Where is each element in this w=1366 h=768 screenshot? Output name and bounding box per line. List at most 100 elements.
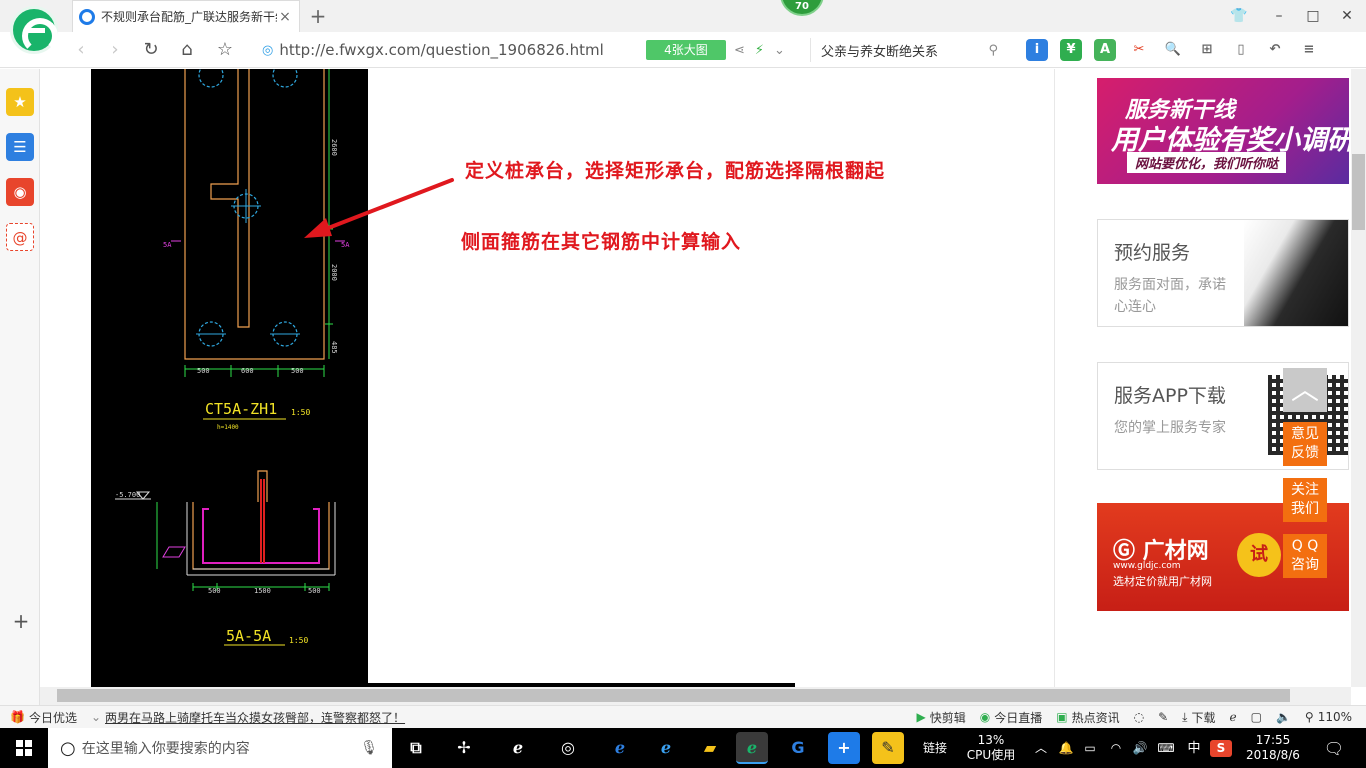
download[interactable]: ⤓ 下载	[1182, 709, 1215, 726]
horizontal-scroll-thumb[interactable]	[57, 689, 1290, 702]
action-center-icon[interactable]: 🗨	[1318, 728, 1350, 768]
undo-icon[interactable]: ↶	[1264, 39, 1286, 61]
ip-extension-icon[interactable]: i	[1026, 39, 1048, 61]
active-browser-icon[interactable]: ℯ	[736, 732, 768, 764]
back-icon[interactable]: ‹	[68, 38, 94, 62]
news-headline[interactable]: ⌄ 两男在马路上骑摩托车当众摸女孩臀部，连警察都怒了！	[91, 709, 405, 726]
nav-tools: ⋖ ⚡ ⌄	[734, 40, 785, 60]
window-icon[interactable]: ▢	[1251, 710, 1262, 724]
cad-scale-top: 1:50	[291, 408, 310, 417]
today-picks[interactable]: 🎁 今日优选	[10, 709, 77, 726]
search-box[interactable]: 父亲与养女断绝关系 ⚲	[810, 38, 1006, 62]
new-tab-button[interactable]: +	[306, 4, 330, 28]
mail-at-icon[interactable]: @	[6, 223, 34, 251]
scissors-icon[interactable]: ✂	[1128, 39, 1150, 61]
edge-icon[interactable]: ℯ	[604, 732, 636, 764]
share-icon[interactable]: ⋖	[734, 43, 745, 58]
tab-current[interactable]: 不规则承台配筋_广联达服务新干线 ×	[72, 0, 300, 32]
forward-icon[interactable]: ›	[102, 38, 128, 62]
accelerate-icon[interactable]: ◌	[1134, 710, 1144, 724]
ime-indicator[interactable]: 中	[1184, 728, 1204, 768]
minimize-button[interactable]: –	[1262, 4, 1296, 28]
maximize-button[interactable]: □	[1296, 4, 1330, 28]
reading-list-icon[interactable]: ☰	[6, 133, 34, 161]
today-picks-label: 今日优选	[28, 710, 77, 725]
cad-title-top: CT5A-ZH1	[205, 400, 277, 418]
taskbar-search-box[interactable]: ○ 在这里输入你要搜索的内容 🎙	[48, 728, 392, 768]
keyboard-icon[interactable]: ⌨	[1154, 728, 1178, 768]
pile-circles	[198, 69, 298, 347]
quick-cut[interactable]: ▶ 快剪辑	[917, 709, 966, 726]
windows-start-icon[interactable]	[0, 728, 48, 768]
tab-close-icon[interactable]: ×	[277, 9, 293, 25]
lightning-icon[interactable]: ⚡	[755, 43, 764, 58]
today-live[interactable]: ◉ 今日直播	[980, 709, 1043, 726]
home-icon[interactable]: ⌂	[174, 38, 200, 62]
spiral-app-icon[interactable]: ◎	[552, 732, 584, 764]
notification-bell-icon[interactable]: 🔔	[1056, 728, 1076, 768]
qq-consult-button[interactable]: Q Q 咨询	[1283, 534, 1327, 578]
sogou-ime-icon[interactable]: S	[1210, 728, 1232, 768]
back-to-top-icon[interactable]: ︿	[1283, 368, 1327, 412]
tray-expand-icon[interactable]: ︿	[1032, 728, 1050, 768]
browser-e-icon[interactable]: ℯ	[502, 732, 534, 764]
volume-icon[interactable]: 🔈	[1276, 710, 1291, 724]
menu-icon[interactable]: ≡	[1298, 39, 1320, 61]
apps-grid-icon[interactable]: ⊞	[1196, 39, 1218, 61]
clock-time: 17:55	[1255, 733, 1291, 747]
magnifier-icon[interactable]: 🔍	[1162, 39, 1184, 61]
vdim-bottom: 485	[330, 341, 338, 354]
bdim-1500: 1500	[254, 587, 271, 595]
video-edit-icon: ▶	[916, 710, 926, 724]
zoom-level[interactable]: ⚲ 110%	[1305, 710, 1352, 724]
dim-500-left: 500	[197, 367, 210, 375]
refresh-icon[interactable]: ↻	[138, 38, 164, 62]
section-mark-left: 5A	[163, 241, 172, 249]
chevron-down-icon: ⌄	[90, 710, 102, 724]
ad-block-icon[interactable]: ✎	[1158, 710, 1168, 724]
headline-text: 两男在马路上骑摩托车当众摸女孩臀部，连警察都怒了！	[105, 710, 406, 725]
glodon-g-icon[interactable]: G	[782, 732, 814, 764]
chevron-down-icon[interactable]: ⌄	[774, 43, 785, 58]
cpu-usage[interactable]: 13% CPU使用	[962, 728, 1020, 768]
cortana-icon: ○	[60, 737, 76, 759]
follow-us-button[interactable]: 关注 我们	[1283, 478, 1327, 522]
favorite-star-icon[interactable]: ☆	[212, 38, 238, 62]
file-explorer-icon[interactable]: ▰	[694, 732, 726, 764]
search-icon[interactable]: ⚲	[988, 43, 998, 58]
shield-icon[interactable]: ¥	[1060, 39, 1082, 61]
feedback-button[interactable]: 意见 反馈	[1283, 422, 1327, 466]
page-favicon-icon	[79, 8, 95, 25]
vertical-scroll-thumb[interactable]	[1352, 154, 1365, 230]
big-image-button[interactable]: 4张大图	[646, 40, 726, 60]
address-bar[interactable]: ◎ http://e.fwxgx.com/question_1906826.ht…	[262, 39, 642, 61]
ie-mode-icon[interactable]: ℯ	[1229, 710, 1236, 724]
survey-banner-ad[interactable]: 服务新干线 用户体验有奖小调研 网站要优化，我们听你哒	[1097, 78, 1349, 184]
sidebar-add-icon[interactable]: +	[12, 611, 30, 631]
booking-service-card[interactable]: 预约服务 服务面对面，承诺心连心	[1097, 219, 1349, 327]
browser-logo-icon[interactable]	[10, 6, 58, 54]
gldjc-slogan: 选材定价就用广材网	[1113, 575, 1212, 588]
fan-app-icon[interactable]: ✢	[448, 732, 480, 764]
battery-icon[interactable]: ▭	[1080, 728, 1100, 768]
qq-label-1: Q Q	[1291, 538, 1319, 554]
close-window-button[interactable]: ✕	[1330, 4, 1364, 28]
weibo-icon[interactable]: ◉	[6, 178, 34, 206]
favorites-star-icon[interactable]: ★	[6, 88, 34, 116]
clock[interactable]: 17:55 2018/8/6	[1240, 728, 1306, 768]
translate-icon[interactable]: A	[1094, 39, 1116, 61]
zoom-label: 110%	[1317, 710, 1352, 724]
cad-drawing-image: 500 600 500 2600 2000 485 5A 5A CT5A-ZH1…	[91, 69, 368, 683]
ie-icon[interactable]: ℯ	[650, 732, 682, 764]
microphone-icon[interactable]: 🎙	[360, 740, 378, 756]
phone-icon[interactable]: ▯	[1230, 39, 1252, 61]
link-label[interactable]: 链接	[918, 728, 952, 768]
task-view-icon[interactable]: ⧉	[400, 732, 432, 764]
notepad-icon[interactable]: ✎	[872, 732, 904, 764]
wifi-icon[interactable]: ◠	[1106, 728, 1126, 768]
speaker-icon[interactable]: 🔊	[1130, 728, 1150, 768]
card-subtitle: 您的掌上服务专家	[1114, 420, 1226, 436]
plus-app-icon[interactable]: +	[828, 732, 860, 764]
hot-news[interactable]: ▣ 热点资讯	[1056, 709, 1119, 726]
shirt-skin-icon[interactable]: 👕	[1222, 4, 1256, 28]
